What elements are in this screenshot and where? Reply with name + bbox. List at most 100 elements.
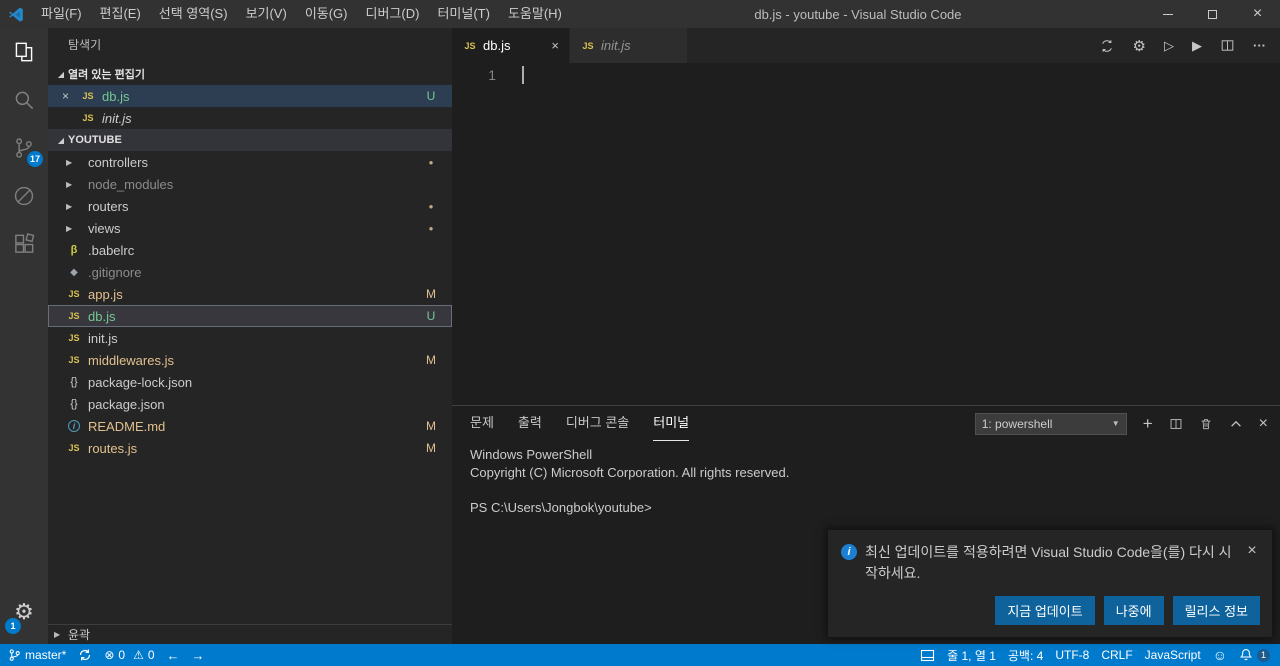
file-name: db.js xyxy=(88,308,116,324)
file-name: db.js xyxy=(102,88,130,104)
git-branch-indicator[interactable]: master* xyxy=(0,644,72,666)
panel-tab-output[interactable]: 출력 xyxy=(518,406,542,441)
tree-item-views[interactable]: ▶ views ● xyxy=(48,217,452,239)
sync-icon xyxy=(78,648,92,662)
tree-item-middlewares.js[interactable]: JS middlewares.js M xyxy=(48,349,452,371)
minimize-button[interactable] xyxy=(1145,0,1190,28)
panel-tab-problems[interactable]: 문제 xyxy=(470,406,494,441)
panel-tab-terminal[interactable]: 터미널 xyxy=(653,406,690,441)
tree-item-.gitignore[interactable]: ◆ .gitignore xyxy=(48,261,452,283)
file-name: package.json xyxy=(88,396,165,412)
nav-forward-button[interactable]: → xyxy=(186,644,211,666)
notification-close-button[interactable]: × xyxy=(1244,542,1260,560)
activity-debug[interactable] xyxy=(0,172,48,220)
tree-item-db.js[interactable]: JS db.js U xyxy=(48,305,452,327)
indent-setting[interactable]: 공백: 4 xyxy=(1002,644,1049,666)
open-editor-item[interactable]: × JS db.js U xyxy=(48,85,452,107)
git-status-badge: M xyxy=(426,353,436,367)
workspace-header[interactable]: ◢ YOUTUBE xyxy=(48,129,452,151)
nav-back-button[interactable]: ← xyxy=(161,644,186,666)
chevron-right-icon: ▶ xyxy=(66,157,73,167)
open-editor-item[interactable]: JS init.js xyxy=(48,107,452,129)
tree-item-README.md[interactable]: i README.md M xyxy=(48,415,452,437)
close-icon[interactable]: × xyxy=(62,89,80,103)
close-icon: × xyxy=(1258,414,1268,432)
panel-tab-debug-console[interactable]: 디버그 콘솔 xyxy=(566,406,629,441)
later-button[interactable]: 나중에 xyxy=(1103,596,1164,625)
activity-explorer[interactable] xyxy=(0,28,48,76)
maximize-panel-button[interactable] xyxy=(1229,417,1243,431)
folder-name: views xyxy=(88,220,121,236)
tree-item-app.js[interactable]: JS app.js M xyxy=(48,283,452,305)
release-notes-button[interactable]: 릴리스 정보 xyxy=(1172,596,1260,625)
problems-indicator[interactable]: ⊗ 0 ⚠ 0 xyxy=(98,644,160,666)
activity-search[interactable] xyxy=(0,76,48,124)
terminal-picker[interactable]: 1: powershell ▼ xyxy=(974,412,1127,435)
gear-icon[interactable]: ⚙ xyxy=(1133,37,1146,55)
maximize-button[interactable] xyxy=(1190,0,1235,28)
split-terminal-button[interactable] xyxy=(1169,417,1183,431)
menu-go[interactable]: 이동(G) xyxy=(296,0,357,28)
close-icon: × xyxy=(1247,542,1257,559)
activity-extensions[interactable] xyxy=(0,220,48,268)
update-now-button[interactable]: 지금 업데이트 xyxy=(995,596,1095,625)
tree-item-init.js[interactable]: JS init.js xyxy=(48,327,452,349)
file-name: init.js xyxy=(102,110,132,126)
eol-setting[interactable]: CRLF xyxy=(1095,644,1138,666)
run-icon[interactable]: ▷ xyxy=(1164,38,1174,54)
git-status-badge: M xyxy=(426,441,436,455)
feedback-button[interactable]: ☺ xyxy=(1207,644,1233,666)
close-icon[interactable]: × xyxy=(549,38,561,53)
menu-file[interactable]: 파일(F) xyxy=(32,0,91,28)
open-editors-header[interactable]: ◢ 열려 있는 편집기 xyxy=(48,63,452,85)
tab-init.js[interactable]: JS init.js xyxy=(570,28,688,63)
sync-icon[interactable] xyxy=(1099,38,1115,54)
maximize-icon xyxy=(1208,9,1217,19)
menu-debug[interactable]: 디버그(D) xyxy=(357,0,429,28)
json-file-icon: {} xyxy=(70,398,78,410)
menu-view[interactable]: 보기(V) xyxy=(237,0,296,28)
vscode-logo-icon xyxy=(0,6,32,22)
tab-db.js[interactable]: JS db.js × xyxy=(452,28,570,63)
more-actions-icon[interactable]: ··· xyxy=(1253,38,1266,53)
kill-terminal-button[interactable] xyxy=(1199,417,1213,431)
tree-item-package-lock.json[interactable]: {} package-lock.json xyxy=(48,371,452,393)
close-window-button[interactable]: × xyxy=(1235,0,1280,28)
sync-status-button[interactable] xyxy=(72,644,98,666)
menu-selection[interactable]: 선택 영역(S) xyxy=(150,0,237,28)
tree-item-routes.js[interactable]: JS routes.js M xyxy=(48,437,452,459)
js-file-icon: JS xyxy=(582,40,594,51)
split-editor-icon[interactable] xyxy=(1220,38,1235,53)
cursor-position[interactable]: 줄 1, 열 1 xyxy=(941,644,1002,666)
encoding-setting[interactable]: UTF-8 xyxy=(1049,644,1095,666)
activity-source-control[interactable]: 17 xyxy=(0,124,48,172)
outline-header[interactable]: ▶ 윤곽 xyxy=(48,624,452,644)
title-bar: 파일(F) 편집(E) 선택 영역(S) 보기(V) 이동(G) 디버그(D) 터미널(T)… xyxy=(0,0,1280,28)
tab-label: db.js xyxy=(483,38,511,53)
file-name: app.js xyxy=(88,286,123,302)
menu-help[interactable]: 도움말(H) xyxy=(499,0,571,28)
panel-header: 문제 출력 디버그 콘솔 터미널 1: powershell ▼ + × xyxy=(452,406,1280,441)
info-icon: i xyxy=(841,544,857,560)
tree-item-controllers[interactable]: ▶ controllers ● xyxy=(48,151,452,173)
smiley-icon: ☺ xyxy=(1212,647,1227,663)
git-file-icon: ◆ xyxy=(70,266,78,278)
tree-item-routers[interactable]: ▶ routers ● xyxy=(48,195,452,217)
new-terminal-button[interactable]: + xyxy=(1143,414,1153,434)
notifications-button[interactable]: 1 xyxy=(1233,644,1280,666)
display-indicator[interactable] xyxy=(914,644,941,666)
settings-gear-button[interactable]: ⚙ 1 xyxy=(0,590,48,634)
menu-edit[interactable]: 편집(E) xyxy=(91,0,150,28)
branch-label: master* xyxy=(25,648,67,662)
language-mode[interactable]: JavaScript xyxy=(1139,644,1207,666)
git-status-badge: M xyxy=(426,287,436,301)
tree-item-package.json[interactable]: {} package.json xyxy=(48,393,452,415)
tree-item-.babelrc[interactable]: β .babelrc xyxy=(48,239,452,261)
code-editor[interactable]: 1 xyxy=(452,63,1280,405)
settings-badge: 1 xyxy=(5,618,21,634)
json-file-icon: {} xyxy=(70,376,78,388)
close-panel-button[interactable]: × xyxy=(1259,415,1268,433)
tree-item-node_modules[interactable]: ▶ node_modules xyxy=(48,173,452,195)
run-code-icon[interactable]: ▶ xyxy=(1192,38,1202,54)
menu-terminal[interactable]: 터미널(T) xyxy=(428,0,498,28)
